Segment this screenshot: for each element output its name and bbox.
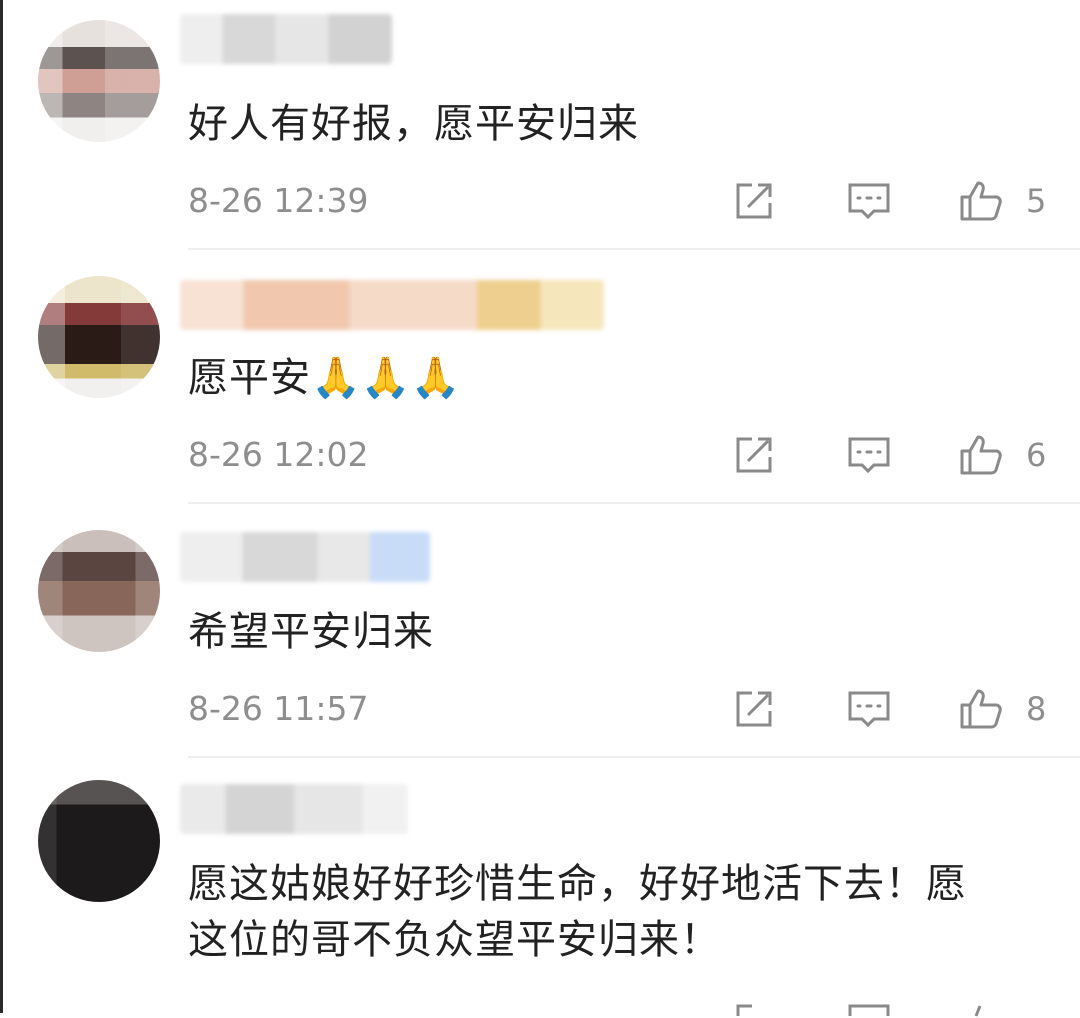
thumbs-up-icon bbox=[960, 689, 1002, 729]
repost-icon bbox=[736, 437, 772, 473]
avatar[interactable] bbox=[38, 780, 160, 902]
avatar[interactable] bbox=[38, 276, 160, 398]
comment-text: 好人有好报，愿平安归来 bbox=[188, 101, 639, 147]
comment-meta: 8-26 12:39 5 bbox=[188, 176, 1050, 226]
comment-icon bbox=[848, 437, 890, 474]
thumbs-up-icon[interactable] bbox=[958, 998, 1004, 1018]
comment-divider bbox=[188, 502, 1080, 504]
username-blurred[interactable] bbox=[180, 280, 604, 330]
praying-hands-emoji: 🙏🙏🙏 bbox=[311, 355, 461, 401]
thumbs-up-icon bbox=[960, 181, 1002, 221]
username-blurred[interactable] bbox=[180, 532, 430, 582]
like-count: 6 bbox=[1026, 436, 1047, 474]
repost-button[interactable] bbox=[732, 433, 778, 477]
repost-button[interactable] bbox=[732, 179, 778, 223]
avatar[interactable] bbox=[38, 530, 160, 652]
like-button[interactable]: 6 bbox=[958, 433, 1058, 477]
comment-item: 好人有好报，愿平安归来 8-26 12:39 5 bbox=[0, 0, 1080, 252]
comment-text-main: 愿平安 bbox=[188, 355, 311, 401]
repost-button[interactable] bbox=[732, 687, 778, 731]
comment-text: 希望平安归来 bbox=[188, 609, 434, 655]
comment-item: 愿平安🙏🙏🙏 8-26 12:02 6 bbox=[0, 254, 1080, 506]
repost-icon[interactable] bbox=[732, 998, 778, 1018]
comment-timestamp: 8-26 11:57 bbox=[188, 689, 369, 728]
like-button[interactable]: 8 bbox=[958, 687, 1058, 731]
comment-text: 愿这姑娘好好珍惜生命，好好地活下去！愿这位的哥不负众望平安归来！ bbox=[188, 861, 967, 963]
reply-button[interactable] bbox=[846, 179, 892, 223]
like-count: 5 bbox=[1026, 182, 1047, 220]
comment-item: 希望平安归来 8-26 11:57 8 bbox=[0, 508, 1080, 760]
reply-button[interactable] bbox=[846, 687, 892, 731]
thumbs-up-icon bbox=[960, 435, 1002, 475]
username-blurred[interactable] bbox=[180, 784, 408, 834]
like-count: 8 bbox=[1026, 690, 1047, 728]
comment-item: 愿这姑娘好好珍惜生命，好好地活下去！愿这位的哥不负众望平安归来！ bbox=[0, 762, 1080, 1017]
comment-divider bbox=[188, 248, 1080, 250]
repost-icon bbox=[736, 691, 772, 727]
avatar[interactable] bbox=[38, 20, 160, 142]
comment-icon bbox=[848, 183, 890, 220]
comment-text: 愿平安🙏🙏🙏 bbox=[188, 350, 970, 406]
comment-timestamp: 8-26 12:39 bbox=[188, 181, 369, 220]
like-button[interactable]: 5 bbox=[958, 179, 1058, 223]
comment-meta: 8-26 12:02 6 bbox=[188, 430, 1050, 480]
reply-button[interactable] bbox=[846, 433, 892, 477]
comment-actions-partial bbox=[188, 998, 1080, 1018]
comment-divider bbox=[188, 756, 1080, 758]
comment-icon bbox=[848, 691, 890, 728]
comment-timestamp: 8-26 12:02 bbox=[188, 435, 369, 474]
comment-icon[interactable] bbox=[846, 998, 892, 1018]
username-blurred[interactable] bbox=[180, 14, 392, 64]
comment-meta: 8-26 11:57 8 bbox=[188, 684, 1050, 734]
repost-icon bbox=[736, 183, 772, 219]
